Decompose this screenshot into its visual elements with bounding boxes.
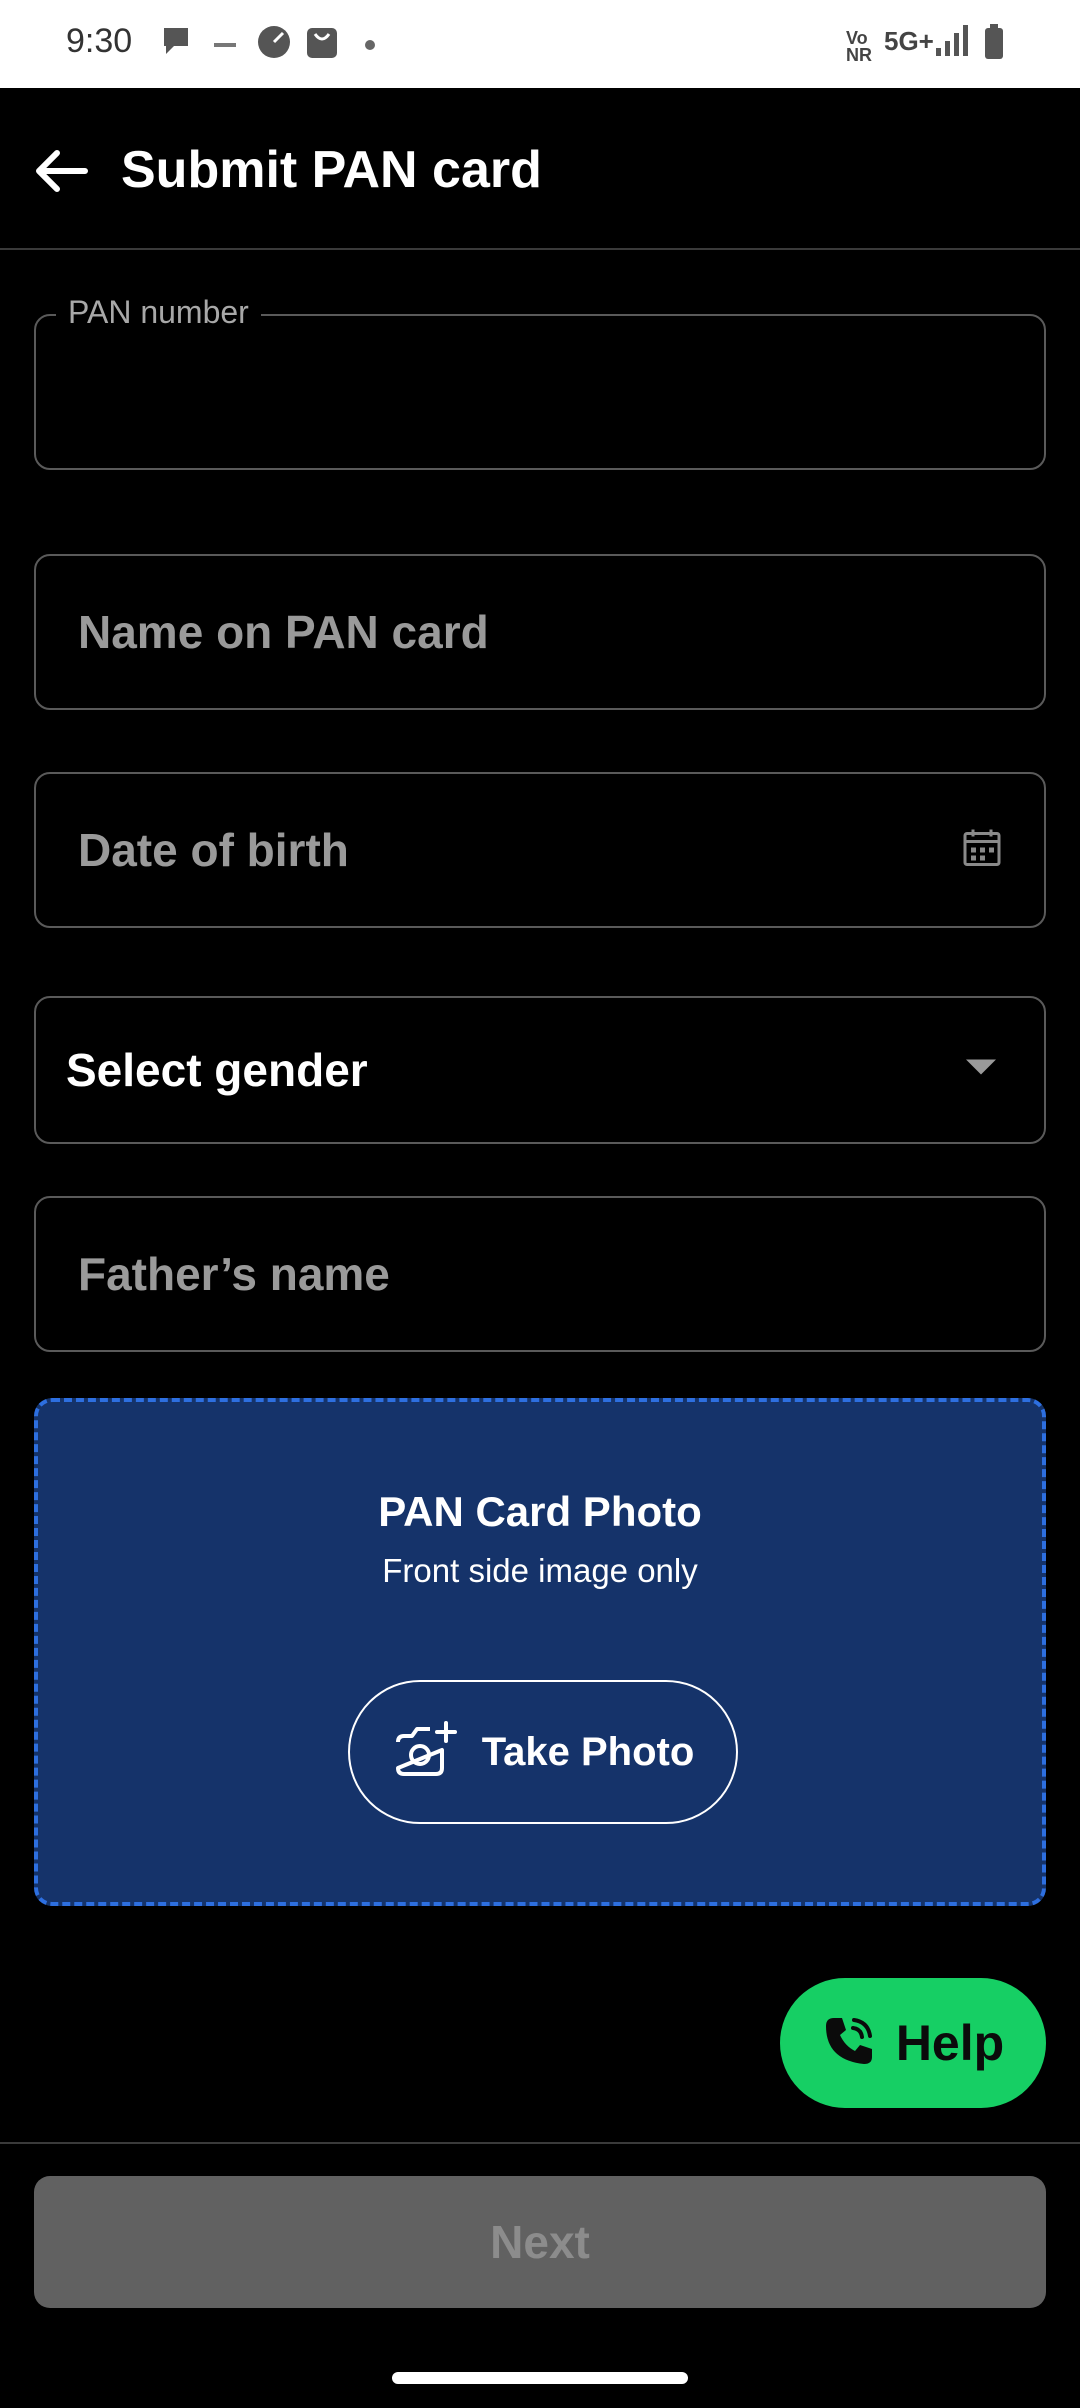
help-button[interactable]: Help [780, 1978, 1046, 2108]
back-button[interactable] [26, 138, 96, 208]
name-on-card-placeholder: Name on PAN card [78, 606, 489, 658]
gender-select-value: Select gender [66, 1044, 368, 1096]
upload-subtitle: Front side image only [382, 1552, 698, 1589]
date-of-birth-placeholder: Date of birth [78, 824, 349, 876]
network-type: 5G+ [884, 26, 934, 56]
gender-select[interactable]: Select gender [34, 996, 1046, 1144]
status-bar: 9:30 Vo NR 5G+ [0, 0, 1080, 88]
status-time: 9:30 [66, 22, 133, 60]
father-name-field[interactable]: Father’s name [34, 1196, 1046, 1352]
father-name-placeholder: Father’s name [78, 1248, 390, 1300]
volte-indicator: Vo NR [846, 28, 872, 65]
pan-photo-upload-area[interactable]: PAN Card Photo Front side image only Tak… [34, 1398, 1046, 1906]
take-photo-button[interactable]: Take Photo [348, 1680, 738, 1824]
calendar-icon[interactable] [962, 828, 1002, 873]
next-label: Next [490, 2216, 590, 2268]
speedometer-icon [256, 24, 292, 65]
next-button[interactable]: Next [34, 2176, 1046, 2308]
battery-icon [984, 24, 1004, 65]
pan-number-field[interactable]: PAN number [34, 294, 1046, 470]
dot-icon [364, 38, 376, 56]
pan-number-label: PAN number [56, 294, 261, 331]
name-on-card-field[interactable]: Name on PAN card [34, 554, 1046, 710]
footer-divider [0, 2142, 1080, 2144]
arrow-left-icon [33, 149, 89, 198]
chat-bubble-icon [160, 24, 192, 63]
app-bar: Submit PAN card [0, 88, 1080, 250]
help-label: Help [895, 2015, 1005, 2071]
shopping-bag-icon [305, 24, 339, 65]
phone-icon [822, 2014, 876, 2073]
dropdown-arrow-icon [966, 1059, 996, 1081]
home-indicator[interactable] [392, 2372, 688, 2384]
date-of-birth-field[interactable]: Date of birth [34, 772, 1046, 928]
camera-plus-icon [392, 1720, 460, 1785]
signal-icon [936, 24, 970, 63]
upload-title: PAN Card Photo [378, 1488, 702, 1535]
take-photo-label: Take Photo [481, 1729, 695, 1774]
page-title: Submit PAN card [121, 141, 542, 199]
small-text-icon [214, 36, 236, 54]
